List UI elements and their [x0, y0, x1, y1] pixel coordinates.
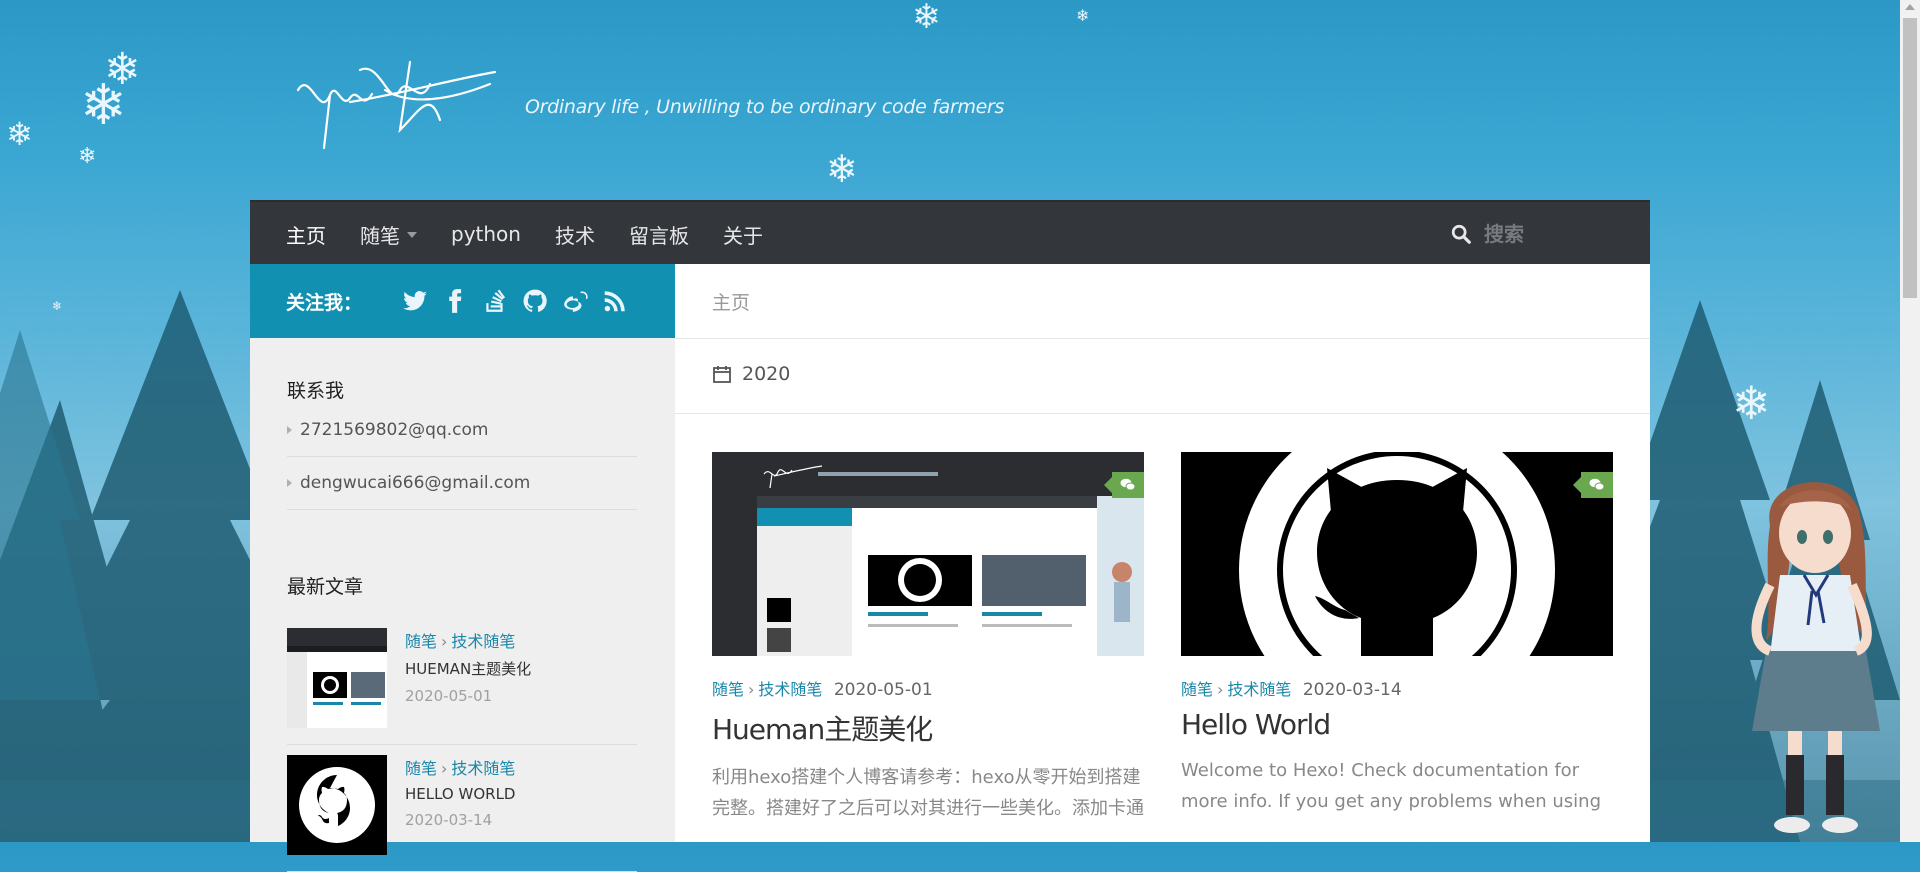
- post-thumbnail[interactable]: [287, 628, 387, 728]
- chevron-right-icon: ›: [1217, 680, 1224, 699]
- post-card: 随笔 › 技术随笔 2020-03-14 Hello World Welcome t…: [1181, 452, 1613, 817]
- snowflake-icon: ❄: [912, 0, 941, 37]
- post-excerpt: Welcome to Hexo! Check documentation for…: [1181, 760, 1602, 812]
- post-categories: 随笔 › 技术随笔: [405, 755, 515, 779]
- contact-item-gmail[interactable]: dengwucai666@gmail.com: [287, 457, 637, 510]
- category-link[interactable]: 随笔: [712, 680, 744, 699]
- nav-item-label: 留言板: [628, 223, 689, 248]
- site-tagline: Ordinary life , Unwilling to be ordinary…: [525, 96, 1005, 118]
- anime-mascot[interactable]: [1730, 455, 1900, 842]
- nav-item-python[interactable]: python: [451, 222, 521, 246]
- category-link[interactable]: 技术随笔: [451, 632, 515, 651]
- category-link[interactable]: 随笔: [1181, 680, 1213, 699]
- snowflake-icon: ❄: [80, 73, 127, 138]
- search-icon[interactable]: [1450, 223, 1472, 245]
- follow-label: 关注我：: [286, 291, 363, 314]
- snowflake-icon: ❄: [1076, 6, 1090, 25]
- post-thumbnail[interactable]: [712, 452, 1144, 656]
- post-meta: 随笔 › 技术随笔 2020-05-01: [712, 676, 1144, 700]
- nav-menu: 主页 随笔 python 技术 留言板 关于: [286, 202, 797, 266]
- recent-post-title[interactable]: HUEMAN主题美化: [405, 658, 531, 679]
- comments-icon: [1589, 478, 1605, 491]
- follow-bar: 关注我：: [250, 264, 675, 338]
- stackoverflow-icon[interactable]: [482, 288, 508, 314]
- post-excerpt: 利用hexo搭建个人博客请参考：hexo从零开始到搭建完整。搭建好了之后可以对其…: [712, 767, 1144, 819]
- chevron-right-icon: ›: [748, 680, 755, 699]
- recent-post-info: 随笔 › 技术随笔 HUEMAN主题美化 2020-05-01: [405, 628, 531, 744]
- snowflake-icon: ❄: [78, 144, 97, 169]
- snowflake-icon: ❄: [6, 115, 33, 153]
- list-item: 随笔 › 技术随笔 HELLO WORLD 2020-03-14: [287, 745, 637, 872]
- post-card: 随笔 › 技术随笔 2020-05-01 Hueman主题美化 利用hexo搭建个人…: [712, 452, 1144, 824]
- signature-logo[interactable]: [290, 50, 500, 155]
- recent-post-date: 2020-03-14: [405, 811, 493, 829]
- post-thumbnail[interactable]: [1181, 452, 1613, 656]
- nav-item-essays[interactable]: 随笔: [360, 220, 417, 249]
- contact-email: dengwucai666@gmail.com: [300, 473, 531, 493]
- recent-posts-title: 最新文章: [287, 576, 364, 598]
- nav-item-home[interactable]: 主页: [286, 220, 326, 249]
- snowflake-icon: ❄: [1732, 376, 1771, 430]
- post-thumbnail[interactable]: [287, 755, 387, 855]
- post-categories: 随笔 › 技术随笔: [405, 628, 531, 652]
- github-icon[interactable]: [522, 288, 548, 314]
- recent-post-date: 2020-05-01: [405, 687, 493, 705]
- site-header: Ordinary life , Unwilling to be ordinary…: [250, 40, 1650, 200]
- category-link[interactable]: 随笔: [405, 759, 437, 778]
- recent-post-info: 随笔 › 技术随笔 HELLO WORLD 2020-03-14: [405, 755, 515, 871]
- post-date: 2020-05-01: [833, 680, 933, 700]
- nav-item-label: 技术: [554, 223, 595, 248]
- scroll-up-arrow-icon[interactable]: [1905, 4, 1915, 10]
- chevron-right-icon: ›: [441, 632, 448, 651]
- nav-item-label: 关于: [722, 223, 763, 248]
- page-scrollbar[interactable]: [1900, 0, 1920, 842]
- contact-email: 2721569802@qq.com: [300, 420, 489, 440]
- archive-year: 2020: [742, 363, 791, 385]
- breadcrumb: 主页: [675, 264, 1650, 339]
- nav-item-label: 主页: [286, 223, 326, 248]
- category-link[interactable]: 技术随笔: [758, 680, 822, 699]
- comments-icon: [1120, 478, 1136, 491]
- facebook-icon[interactable]: [442, 288, 468, 314]
- archive-header: 2020: [675, 339, 1650, 414]
- main-wrapper: 关注我： 联系我 2721569802@qq.com dengwucai666@…: [250, 264, 1650, 872]
- search-box: [1450, 202, 1616, 266]
- snowflake-icon: ❄: [52, 299, 63, 313]
- rss-icon[interactable]: [602, 288, 628, 314]
- category-link[interactable]: 技术随笔: [451, 759, 515, 778]
- comment-badge[interactable]: [1104, 472, 1144, 498]
- snowflake-icon: ❄: [104, 44, 141, 95]
- nav-item-tech[interactable]: 技术: [555, 220, 595, 249]
- main-content: 主页 2020 随笔 › 技术随笔 2020-05-01 Hueman主题美化 …: [675, 264, 1650, 842]
- breadcrumb-home: 主页: [712, 292, 751, 314]
- category-link[interactable]: 随笔: [405, 632, 437, 651]
- comment-badge[interactable]: [1573, 472, 1613, 498]
- search-input[interactable]: [1482, 221, 1616, 247]
- main-navigation: 主页 随笔 python 技术 留言板 关于: [250, 200, 1650, 266]
- post-date: 2020-03-14: [1302, 680, 1402, 700]
- recent-post-title[interactable]: HELLO WORLD: [405, 785, 515, 803]
- social-links: [402, 288, 628, 314]
- contact-item-qq[interactable]: 2721569802@qq.com: [287, 404, 637, 457]
- post-title[interactable]: Hello World: [1181, 708, 1613, 741]
- scrollbar-thumb[interactable]: [1903, 18, 1917, 298]
- sidebar: 关注我： 联系我 2721569802@qq.com dengwucai666@…: [250, 264, 675, 872]
- chevron-right-icon: ›: [441, 759, 448, 778]
- nav-item-label: python: [451, 222, 521, 246]
- post-title[interactable]: Hueman主题美化: [712, 708, 1144, 748]
- category-link[interactable]: 技术随笔: [1227, 680, 1291, 699]
- nav-item-label: 随笔: [360, 223, 400, 248]
- weibo-icon[interactable]: [562, 288, 588, 314]
- chevron-down-icon: [407, 232, 417, 238]
- calendar-icon: [713, 366, 731, 383]
- recent-posts-list: 随笔 › 技术随笔 HUEMAN主题美化 2020-05-01 随笔 › 技术随笔: [287, 618, 637, 872]
- twitter-icon[interactable]: [402, 288, 428, 314]
- list-item: 随笔 › 技术随笔 HUEMAN主题美化 2020-05-01: [287, 618, 637, 745]
- contact-widget-title: 联系我: [287, 380, 345, 402]
- nav-item-about[interactable]: 关于: [723, 220, 763, 249]
- nav-item-guestbook[interactable]: 留言板: [629, 220, 689, 249]
- post-meta: 随笔 › 技术随笔 2020-03-14: [1181, 676, 1613, 700]
- contact-list: 2721569802@qq.com dengwucai666@gmail.com: [287, 404, 637, 510]
